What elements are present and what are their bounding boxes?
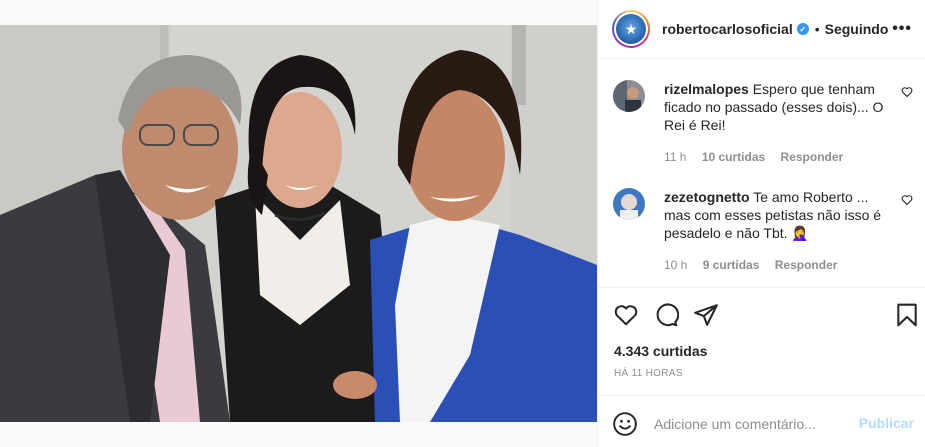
- comment-body: zezetognetto Te amo Roberto ... mas com …: [664, 188, 884, 242]
- reply-button[interactable]: Responder: [781, 150, 844, 164]
- comment-input[interactable]: [654, 414, 854, 434]
- comment-age[interactable]: 10 h: [664, 258, 687, 272]
- comments-list: rizelmalopes Espero que tenham ficado no…: [598, 60, 925, 286]
- comment-meta: 11 h 10 curtidas Responder: [664, 150, 855, 164]
- verified-badge-icon: ✓: [796, 23, 809, 35]
- heart-icon[interactable]: [613, 302, 639, 328]
- post-photo-illustration: [0, 25, 597, 422]
- post-time[interactable]: HÁ 11 HORAS: [614, 368, 683, 379]
- author-avatar[interactable]: ★: [612, 10, 650, 48]
- comment-item: zezetognetto Te amo Roberto ... mas com …: [613, 188, 913, 278]
- commenter-avatar[interactable]: [613, 188, 645, 220]
- instagram-post-page: ★ robertocarlosoficial ✓ • Seguindo •••: [0, 0, 925, 447]
- star-icon: ★: [616, 14, 646, 44]
- comment-icon[interactable]: [653, 302, 680, 328]
- bookmark-icon[interactable]: [894, 302, 920, 328]
- commenter-username[interactable]: zezetognetto: [664, 189, 750, 205]
- post-photo[interactable]: [0, 25, 597, 422]
- likes-count[interactable]: 4.343 curtidas: [614, 343, 707, 359]
- post-header: ★ robertocarlosoficial ✓ • Seguindo •••: [598, 0, 925, 59]
- comment-like-heart-icon[interactable]: [901, 194, 913, 209]
- header-separator: •: [814, 21, 820, 37]
- commenter-avatar-image: [613, 80, 645, 112]
- comment-age[interactable]: 11 h: [664, 150, 686, 164]
- commenter-username[interactable]: rizelmalopes: [664, 81, 749, 97]
- comment-like-heart-icon[interactable]: [901, 86, 913, 101]
- comment-body: rizelmalopes Espero que tenham ficado no…: [664, 80, 884, 134]
- comment-item: rizelmalopes Espero que tenham ficado no…: [613, 80, 913, 170]
- comment-composer: Publicar: [598, 395, 925, 447]
- commenter-avatar[interactable]: [613, 80, 645, 112]
- more-options-icon[interactable]: •••: [892, 20, 912, 38]
- comment-meta: 10 h 9 curtidas Responder: [664, 258, 849, 272]
- author-username[interactable]: robertocarlosoficial: [662, 21, 793, 37]
- photo-pane: [0, 0, 597, 447]
- share-icon[interactable]: [693, 302, 719, 328]
- commenter-avatar-image: [613, 188, 645, 220]
- emoji-icon[interactable]: [612, 411, 638, 437]
- publish-button[interactable]: Publicar: [859, 415, 914, 431]
- post-side-panel: ★ robertocarlosoficial ✓ • Seguindo •••: [597, 0, 925, 447]
- comment-likes[interactable]: 10 curtidas: [702, 150, 765, 164]
- comment-likes[interactable]: 9 curtidas: [703, 258, 760, 272]
- reply-button[interactable]: Responder: [775, 258, 838, 272]
- post-actions-bar: [598, 287, 925, 341]
- author-avatar-inner: ★: [614, 12, 648, 46]
- following-button[interactable]: Seguindo: [825, 21, 889, 37]
